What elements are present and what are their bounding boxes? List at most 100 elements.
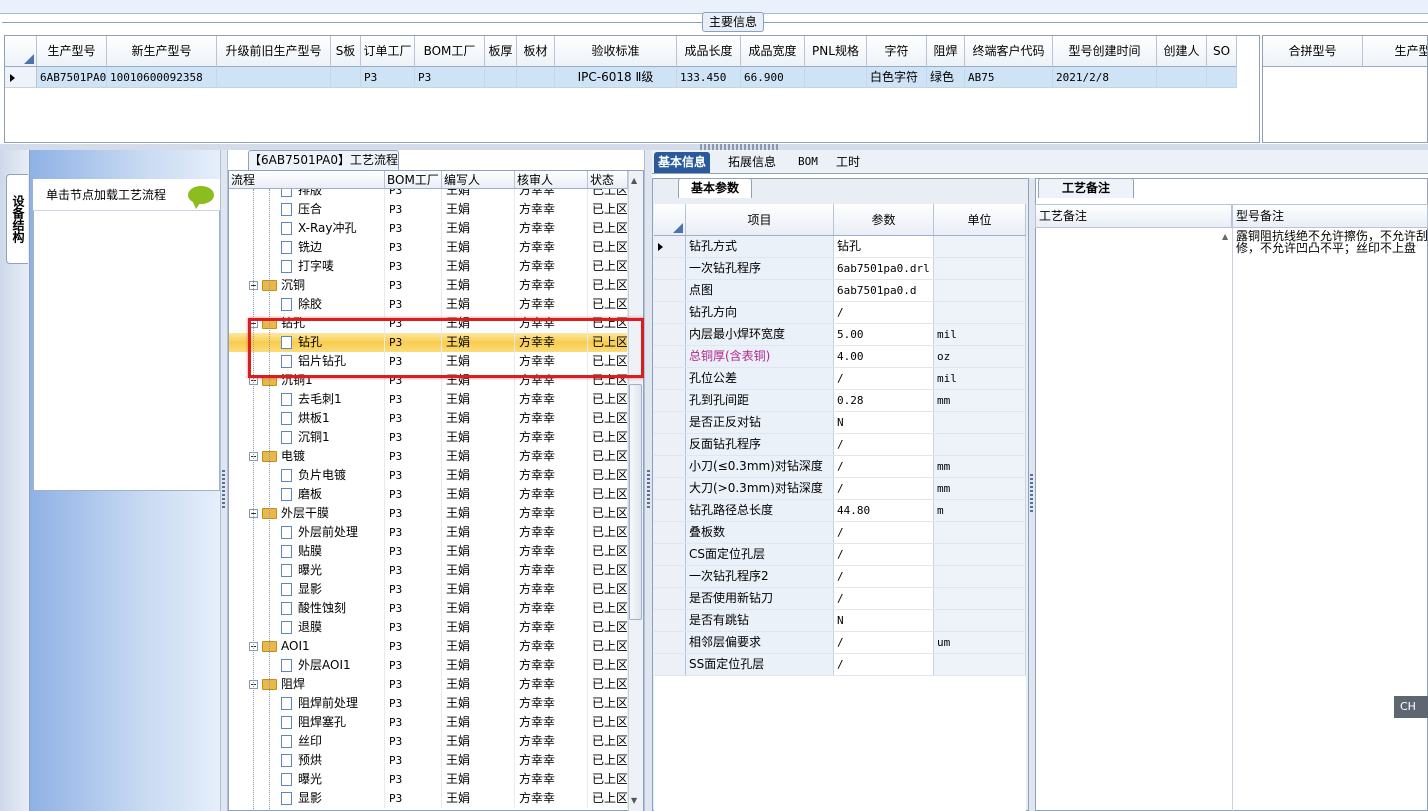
- main-col-header[interactable]: 验收标准: [555, 36, 677, 67]
- scroll-up-arrow-icon[interactable]: ▲: [1222, 232, 1230, 242]
- model-remark-text[interactable]: 露铜阻抗线绝不允许擦伤，不允许刮修，不允许凹凸不平；丝印不上盘: [1236, 230, 1428, 270]
- param-row[interactable]: 钻孔路径总长度 44.80 m: [654, 500, 1026, 522]
- param-value[interactable]: N: [834, 610, 934, 631]
- tree-group-row[interactable]: 沉铜1 P3 王娟 方幸幸 已上区: [229, 371, 628, 390]
- grid-corner[interactable]: [654, 204, 686, 235]
- main-row-cell[interactable]: P3: [361, 67, 415, 88]
- param-row[interactable]: 点图 6ab7501pa0.d: [654, 280, 1026, 302]
- main-col-header[interactable]: 板厚: [485, 36, 517, 67]
- param-row[interactable]: 小刀(≤0.3mm)对钻深度 / mm: [654, 456, 1026, 478]
- tree-group-row[interactable]: 外层干膜 P3 王娟 方幸幸 已上区: [229, 504, 628, 523]
- tab-bom[interactable]: BOM: [794, 152, 822, 173]
- param-row[interactable]: 相邻层偏要求 / um: [654, 632, 1026, 654]
- main-col-header[interactable]: 升级前旧生产型号: [217, 36, 331, 67]
- tree-group-row[interactable]: AOI1 P3 王娟 方幸幸 已上区: [229, 637, 628, 656]
- param-row[interactable]: 孔位公差 / mil: [654, 368, 1026, 390]
- splitter-grip-icon[interactable]: [647, 470, 650, 510]
- tree-step-row[interactable]: 磨板 P3 王娟 方幸幸 已上区: [229, 485, 628, 504]
- tree-step-row[interactable]: X-Ray冲孔 P3 王娟 方幸幸 已上区: [229, 219, 628, 238]
- ch-floating-button[interactable]: CH: [1394, 696, 1428, 718]
- param-value[interactable]: /: [834, 368, 934, 389]
- tree-step-row[interactable]: 曝光 P3 王娟 方幸幸 已上区: [229, 770, 628, 789]
- main-row-cell[interactable]: 133.450: [677, 67, 741, 88]
- main-col-header[interactable]: 新生产型号: [107, 36, 217, 67]
- param-value[interactable]: /: [834, 456, 934, 477]
- main-col-header[interactable]: 阻焊: [927, 36, 965, 67]
- tree-group-row[interactable]: 沉铜 P3 王娟 方幸幸 已上区: [229, 276, 628, 295]
- tree-step-row[interactable]: 负片电镀 P3 王娟 方幸幸 已上区: [229, 466, 628, 485]
- main-col-header[interactable]: 创建人: [1157, 36, 1207, 67]
- main-row-cell[interactable]: IPC-6018 Ⅱ级: [555, 67, 677, 88]
- tree-group-row[interactable]: 钻孔 P3 王娟 方幸幸 已上区: [229, 314, 628, 333]
- main-row-cell[interactable]: 66.900: [741, 67, 805, 88]
- param-value[interactable]: /: [834, 654, 934, 675]
- tree-scrollbar-thumb[interactable]: [629, 384, 642, 620]
- main-col-header[interactable]: 生产型号: [37, 36, 107, 67]
- param-row[interactable]: 反面钻孔程序 /: [654, 434, 1026, 456]
- main-col-header[interactable]: S板: [331, 36, 361, 67]
- param-value[interactable]: /: [834, 434, 934, 455]
- tree-step-row[interactable]: 去毛刺1 P3 王娟 方幸幸 已上区: [229, 390, 628, 409]
- col-process-remark-header[interactable]: 工艺备注: [1035, 204, 1232, 228]
- basic-params-tab[interactable]: 基本参数: [678, 178, 752, 198]
- tree-step-row[interactable]: 外层AOI1 P3 王娟 方幸幸 已上区: [229, 656, 628, 675]
- tree-col-header[interactable]: 状态: [588, 171, 628, 188]
- tree-step-row[interactable]: 预烘 P3 王娟 方幸幸 已上区: [229, 751, 628, 770]
- col-model-remark-header[interactable]: 型号备注: [1232, 204, 1428, 228]
- param-row[interactable]: SS面定位孔层 /: [654, 654, 1026, 676]
- param-value[interactable]: /: [834, 632, 934, 653]
- param-value[interactable]: 钻孔: [834, 236, 934, 257]
- process-flow-tab[interactable]: 【6AB7501PA0】工艺流程: [248, 150, 399, 170]
- param-row[interactable]: 是否正反对钻 N: [654, 412, 1026, 434]
- tree-col-header[interactable]: BOM工厂: [385, 171, 442, 188]
- main-col-header[interactable]: 字符: [867, 36, 927, 67]
- main-row-cell[interactable]: 绿色: [927, 67, 965, 88]
- main-row-cell[interactable]: [485, 67, 517, 88]
- main-info-grid[interactable]: 生产型号 新生产型号 升级前旧生产型号 S板 订单工厂 BOM工厂 板厚 板材 验收标准 成品长度…: [4, 35, 1260, 143]
- param-row[interactable]: 一次钻孔程序 6ab7501pa0.drl: [654, 258, 1026, 280]
- col-value-header[interactable]: 参数: [834, 204, 934, 235]
- main-row-cell[interactable]: AB75: [965, 67, 1053, 88]
- scroll-down-arrow-icon[interactable]: ▼: [631, 796, 637, 805]
- process-remarks-tab[interactable]: 工艺备注: [1038, 178, 1134, 198]
- tree-step-row[interactable]: 烘板1 P3 王娟 方幸幸 已上区: [229, 409, 628, 428]
- tree-group-row[interactable]: 电镀 P3 王娟 方幸幸 已上区: [229, 447, 628, 466]
- splitter-grip-icon[interactable]: [222, 470, 225, 510]
- tree-step-row[interactable]: 显影 P3 王娟 方幸幸 已上区: [229, 789, 628, 808]
- main-col-header[interactable]: 成品宽度: [741, 36, 805, 67]
- main-row-cell[interactable]: [805, 67, 867, 88]
- tree-step-row[interactable]: 打字唛 P3 王娟 方幸幸 已上区: [229, 257, 628, 276]
- param-value[interactable]: /: [834, 566, 934, 587]
- tree-step-row[interactable]: 丝印 P3 王娟 方幸幸 已上区: [229, 732, 628, 751]
- main-col-header[interactable]: 板材: [517, 36, 555, 67]
- grid-corner[interactable]: [5, 36, 37, 66]
- tab-equipment-structure[interactable]: 设备结构: [6, 174, 28, 264]
- main-row-cell[interactable]: 10010600092358: [107, 67, 217, 88]
- param-value[interactable]: 6ab7501pa0.d: [834, 280, 934, 301]
- param-row[interactable]: 是否有跳钻 N: [654, 610, 1026, 632]
- tree-step-row[interactable]: 阻焊塞孔 P3 王娟 方幸幸 已上区: [229, 713, 628, 732]
- param-row[interactable]: 总铜厚(含表铜) 4.00 oz: [654, 346, 1026, 368]
- tree-col-header[interactable]: 核审人: [515, 171, 588, 188]
- param-row[interactable]: 内层最小焊环宽度 5.00 mil: [654, 324, 1026, 346]
- main-row-cell[interactable]: 6AB7501PA0: [37, 67, 107, 88]
- param-row[interactable]: 钻孔方式 钻孔: [654, 236, 1026, 258]
- main-row-cell[interactable]: [1157, 67, 1207, 88]
- tree-col-header[interactable]: 编写人: [442, 171, 515, 188]
- tree-step-row[interactable]: 退膜 P3 王娟 方幸幸 已上区: [229, 618, 628, 637]
- merge-model-grid[interactable]: 合拼型号 生产型: [1262, 35, 1428, 143]
- param-row[interactable]: 是否使用新钻刀 /: [654, 588, 1026, 610]
- tree-step-row[interactable]: 阻焊前处理 P3 王娟 方幸幸 已上区: [229, 694, 628, 713]
- param-value[interactable]: N: [834, 412, 934, 433]
- tree-step-row[interactable]: 曝光 P3 王娟 方幸幸 已上区: [229, 561, 628, 580]
- main-col-header[interactable]: 终端客户代码: [965, 36, 1053, 67]
- vertical-splitter-middle[interactable]: [644, 150, 652, 811]
- tree-step-row[interactable]: 铣边 P3 王娟 方幸幸 已上区: [229, 238, 628, 257]
- param-row[interactable]: 钻孔方向 /: [654, 302, 1026, 324]
- merge-col-header[interactable]: 生产型: [1363, 36, 1427, 67]
- main-col-header[interactable]: PNL规格: [805, 36, 867, 67]
- scroll-up-arrow-icon[interactable]: ▲: [631, 176, 637, 185]
- main-col-header[interactable]: 成品长度: [677, 36, 741, 67]
- tab-basic-info[interactable]: 基本信息: [654, 152, 711, 173]
- param-row[interactable]: CS面定位孔层 /: [654, 544, 1026, 566]
